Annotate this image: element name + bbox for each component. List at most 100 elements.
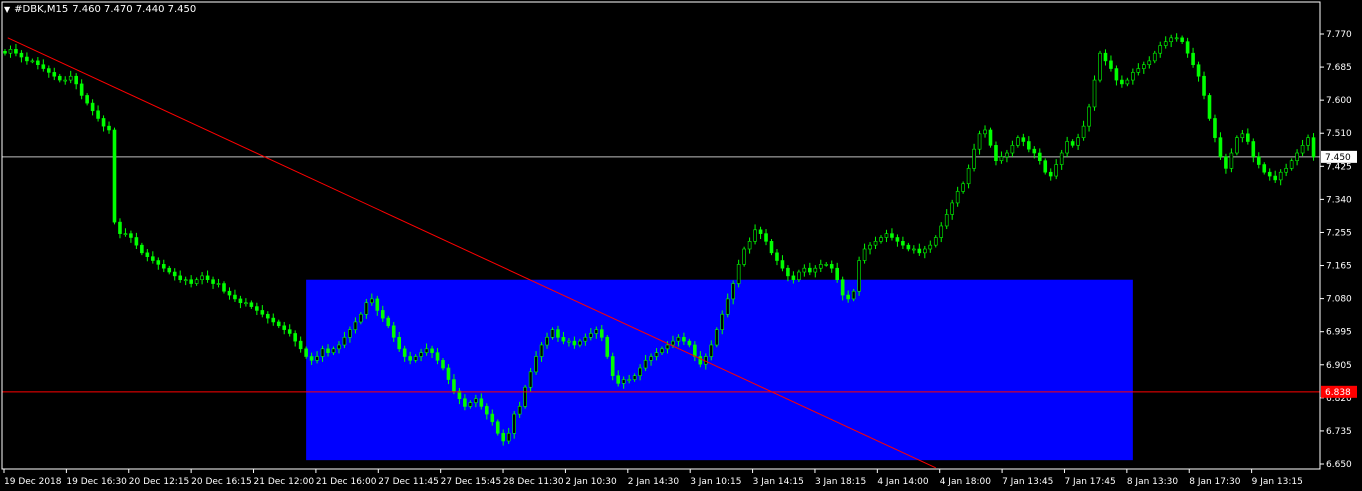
candle-body	[298, 340, 303, 350]
candle	[944, 209, 949, 230]
candle-body	[1174, 37, 1179, 40]
candle-body	[441, 360, 445, 369]
candle-body	[944, 214, 949, 227]
ohlc-values: 7.460 7.470 7.440 7.450	[72, 4, 197, 15]
candle-body	[599, 329, 604, 338]
candle	[129, 230, 133, 243]
candle	[912, 245, 916, 254]
candle-body	[79, 83, 84, 96]
candle-body	[977, 133, 982, 150]
candle	[890, 228, 894, 241]
candle-body	[1246, 133, 1250, 142]
candle-body	[693, 344, 697, 357]
candle-body	[1010, 145, 1015, 154]
time-label: 2 Jan 10:30	[565, 477, 617, 487]
candle	[1300, 139, 1305, 157]
candle	[211, 276, 215, 289]
candle-body	[293, 333, 297, 342]
candle-body	[1125, 79, 1130, 85]
candle-body	[342, 337, 347, 346]
candle-body	[714, 329, 719, 346]
candle-body	[1120, 79, 1124, 85]
candle	[950, 199, 954, 220]
price-label: 6.905	[1326, 361, 1352, 371]
candle-body	[118, 221, 122, 234]
candle-body	[435, 352, 440, 361]
candle-body	[8, 49, 13, 54]
candle	[14, 43, 18, 57]
candle-body	[851, 290, 856, 300]
price-chart[interactable]: 7.770 7.685 7.600 7.510 7.425 7.340 7.255 7.165…	[0, 0, 1362, 491]
candle	[1251, 138, 1256, 163]
candle-body	[408, 356, 412, 361]
candle	[194, 277, 199, 286]
candle	[282, 321, 287, 335]
candle-body	[539, 344, 544, 357]
rectangle-object[interactable]	[306, 279, 1133, 461]
candle-body	[501, 432, 506, 442]
candle	[1136, 63, 1141, 76]
candle-body	[52, 72, 57, 77]
candle	[1180, 35, 1184, 44]
candle-body	[1048, 171, 1053, 177]
price-label: 7.510	[1326, 129, 1352, 139]
triangle-down-icon[interactable]: ▼	[4, 5, 10, 14]
candle-body	[966, 168, 971, 185]
candle-body	[797, 271, 801, 281]
candle	[1152, 50, 1157, 64]
candle	[758, 226, 763, 240]
candle-body	[1185, 41, 1190, 54]
candle-body	[57, 75, 62, 81]
candle	[161, 259, 166, 273]
candle-body	[14, 49, 18, 54]
candle	[85, 93, 89, 106]
candle-body	[90, 102, 95, 112]
candle	[216, 278, 221, 288]
candle-body	[287, 329, 292, 334]
candle-body	[1016, 137, 1020, 146]
candle-body	[68, 75, 73, 81]
candle-body	[30, 60, 35, 63]
candle	[1158, 41, 1163, 58]
candle	[1048, 168, 1053, 181]
candle	[118, 218, 122, 239]
candle-body	[413, 356, 418, 361]
candle	[977, 130, 982, 155]
candle-body	[890, 233, 894, 238]
candle-body	[955, 191, 960, 204]
candle-body	[857, 260, 861, 292]
candle-body	[884, 233, 889, 238]
candle-body	[402, 348, 407, 357]
chart-window[interactable]: 7.770 7.685 7.600 7.510 7.425 7.340 7.255 7.165…	[0, 0, 1362, 491]
candle	[922, 245, 927, 259]
candle-body	[359, 313, 363, 323]
candle-body	[523, 386, 527, 407]
candle	[249, 300, 254, 309]
candle	[107, 121, 111, 134]
candle	[879, 235, 883, 244]
candle	[966, 164, 971, 189]
candle	[1246, 128, 1250, 145]
candle-body	[594, 329, 599, 334]
candle-body	[868, 244, 872, 250]
candle-body	[1021, 137, 1026, 142]
candle-body	[1278, 171, 1283, 181]
candle-body	[764, 233, 768, 242]
candle	[857, 256, 861, 296]
candle	[1273, 170, 1277, 183]
candle-body	[1311, 137, 1316, 158]
candle	[495, 419, 500, 436]
candle	[172, 268, 177, 281]
candle-body	[994, 145, 998, 161]
candle	[63, 76, 68, 85]
candle	[74, 73, 78, 90]
candle-body	[211, 279, 215, 284]
candle	[824, 262, 829, 267]
candle-body	[309, 356, 314, 361]
candle-body	[463, 398, 467, 407]
candle-body	[1224, 156, 1228, 169]
candle	[1191, 47, 1195, 68]
candle	[265, 311, 270, 324]
candle-body	[610, 356, 615, 376]
candle-body	[720, 313, 725, 330]
